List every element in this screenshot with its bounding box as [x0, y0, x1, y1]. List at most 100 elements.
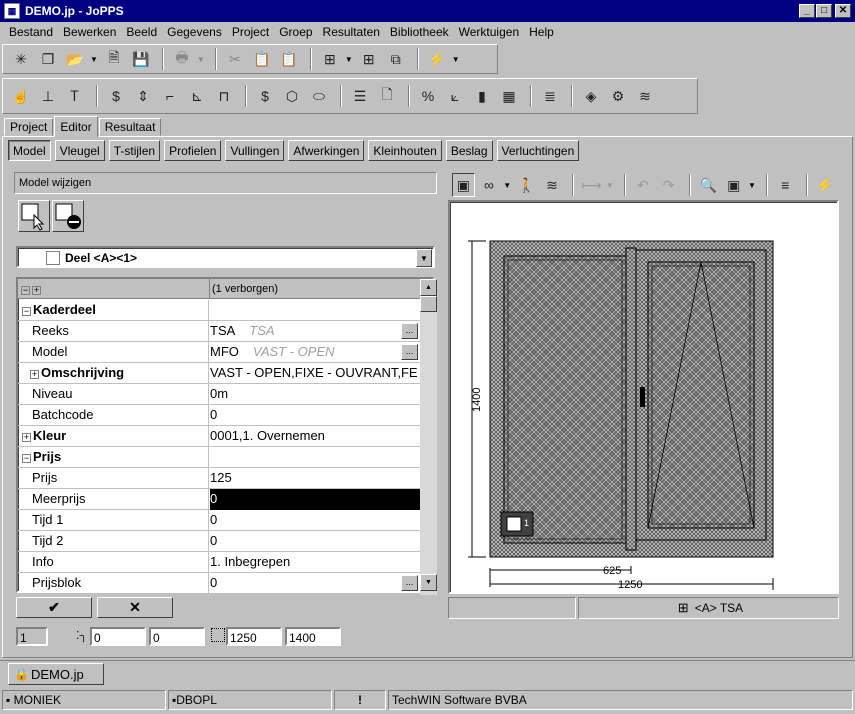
grid-row-value[interactable]: 0 [210, 531, 420, 552]
subtab-model[interactable]: Model [8, 140, 51, 161]
layers-icon[interactable]: ≋ [541, 173, 564, 197]
scroll-down-icon[interactable]: ▼ [420, 574, 437, 591]
view-dropdown-icon[interactable]: ▼ [503, 181, 511, 190]
grid-icon[interactable]: ⊞ [318, 47, 342, 71]
price-profile-icon[interactable]: $ [104, 84, 128, 108]
width-field[interactable]: 1250 [226, 627, 282, 646]
settings-icon[interactable]: ⚙ [606, 84, 630, 108]
paste-icon[interactable]: 📋 [250, 47, 274, 71]
tab-resultaat[interactable]: Resultaat [98, 118, 162, 136]
spring-icon[interactable]: ≋ [633, 84, 657, 108]
print-preview-icon[interactable]: 🗎 [102, 47, 126, 71]
measure-list-icon[interactable]: ≣ [538, 84, 562, 108]
ellipsis-button[interactable]: ... [401, 575, 418, 591]
grid-row-value[interactable] [210, 300, 420, 321]
zoom-dropdown-icon[interactable]: ▼ [748, 181, 756, 190]
level-icon[interactable]: ⊾ [185, 84, 209, 108]
expand-icon[interactable]: + [22, 433, 31, 442]
undo-icon[interactable]: ↶ [632, 173, 655, 197]
grid-row[interactable]: Tijd 2 0 [18, 531, 420, 552]
drawing-canvas[interactable]: 1 1400 625 1250 [448, 200, 839, 594]
x-field[interactable]: 0 [90, 627, 146, 646]
menu-resultaten[interactable]: Resultaten [318, 25, 385, 39]
zoom-frame-icon[interactable]: ▣ [722, 173, 745, 197]
ellipsis-button[interactable]: ... [401, 323, 418, 339]
add-element-icon[interactable]: ⊞ [357, 47, 381, 71]
grid-row-value[interactable] [210, 447, 420, 468]
frame-view-icon[interactable]: ▣ [452, 173, 475, 197]
menu-gegevens[interactable]: Gegevens [162, 25, 227, 39]
bucket-icon[interactable]: ◈ [579, 84, 603, 108]
grid-row-value[interactable]: VAST - OPEN,FIXE - OUVRANT,FE [210, 363, 420, 384]
grid-row[interactable]: Reeks TSA TSA... [18, 321, 420, 342]
subtab-afwerkingen[interactable]: Afwerkingen [288, 140, 365, 161]
scroll-up-icon[interactable]: ▲ [420, 279, 437, 296]
grid-row-value[interactable]: TSA TSA... [210, 321, 420, 342]
subtab-verluchtingen[interactable]: Verluchtingen [496, 140, 580, 161]
collapse-icon[interactable]: − [22, 307, 31, 316]
price-table-icon[interactable]: ▦ [497, 84, 521, 108]
redo-icon[interactable]: ↷ [657, 173, 680, 197]
grid-row-value[interactable]: 0... [210, 573, 420, 594]
subtab-profielen[interactable]: Profielen [164, 140, 222, 161]
export-lightning-icon[interactable]: ⚡ [814, 173, 837, 197]
subtab-kleinhouten[interactable]: Kleinhouten [368, 140, 442, 161]
corner-icon[interactable]: ⌐ [158, 84, 182, 108]
grid-row[interactable]: Niveau 0m [18, 384, 420, 405]
part-select[interactable]: Deel <A><1> ▼ [16, 246, 435, 268]
copy-document-icon[interactable]: ❐ [36, 47, 60, 71]
subtab-vullingen[interactable]: Vullingen [225, 140, 285, 161]
lightning-dropdown-icon[interactable]: ▼ [452, 55, 460, 64]
cut-icon[interactable]: ✂ [223, 47, 247, 71]
tab-project[interactable]: Project [4, 118, 54, 136]
subtab-t-stijlen[interactable]: T-stijlen [108, 140, 161, 161]
grid-row[interactable]: + Kleur 0001,1. Overnemen [18, 426, 420, 447]
status-alert[interactable]: ! [334, 690, 386, 710]
menu-groep[interactable]: Groep [274, 25, 317, 39]
grid-row[interactable]: Meerprijs 0 [18, 489, 420, 510]
menu-help[interactable]: Help [524, 25, 559, 39]
grid-row[interactable]: Batchcode 0 [18, 405, 420, 426]
ellipsis-button[interactable]: ... [401, 344, 418, 360]
menu-bewerken[interactable]: Bewerken [58, 25, 121, 39]
collapse-all-icon[interactable]: − + [21, 284, 43, 296]
subtab-beslag[interactable]: Beslag [445, 140, 493, 161]
index-field[interactable]: 1 [16, 627, 48, 646]
scroll-thumb[interactable] [420, 296, 437, 312]
grid-row-value[interactable]: 0 [210, 405, 420, 426]
menu-beeld[interactable]: Beeld [121, 25, 162, 39]
t-profile-icon[interactable]: Ꭲ [63, 84, 87, 108]
select-model-button[interactable] [18, 200, 50, 232]
grid-row-value[interactable]: 0 [210, 489, 420, 510]
price-bars-icon[interactable]: ▮ [470, 84, 494, 108]
menu-bestand[interactable]: Bestand [4, 25, 58, 39]
grid-row[interactable]: + Omschrijving VAST - OPEN,FIXE - OUVRANT,… [18, 363, 420, 384]
maximize-button[interactable]: □ [816, 4, 832, 18]
subtab-vleugel[interactable]: Vleugel [54, 140, 105, 161]
collapse-icon[interactable]: − [22, 454, 31, 463]
zoom-icon[interactable]: 🔍 [697, 173, 720, 197]
cube-icon[interactable]: ⬡ [280, 84, 304, 108]
grid-row[interactable]: Tijd 1 0 [18, 510, 420, 531]
glasses-icon[interactable]: ∞ [478, 173, 501, 197]
minimize-button[interactable]: _ [799, 4, 815, 18]
grid-dropdown-icon[interactable]: ▼ [345, 55, 353, 64]
profile-stack-icon[interactable]: ⊥ [36, 84, 60, 108]
open-dropdown-icon[interactable]: ▼ [90, 55, 98, 64]
grid-row[interactable]: Info 1. Inbegrepen [18, 552, 420, 573]
lightning-icon[interactable]: ⚡ [425, 47, 449, 71]
person-icon[interactable]: 🚶 [515, 173, 538, 197]
menu-bibliotheek[interactable]: Bibliotheek [385, 25, 454, 39]
open-folder-icon[interactable]: 📂 [63, 47, 87, 71]
height-field[interactable]: 1400 [285, 627, 341, 646]
grid-row-value[interactable]: 0001,1. Overnemen [210, 426, 420, 447]
document-tab[interactable]: 🔒 DEMO.jp [8, 663, 104, 685]
save-icon[interactable]: 💾 [129, 47, 153, 71]
grid-row-value[interactable]: 125 [210, 468, 420, 489]
tab-editor[interactable]: Editor [54, 116, 98, 137]
y-field[interactable]: 0 [149, 627, 205, 646]
dimension-tool-icon[interactable]: ⟼ [580, 173, 603, 197]
print-icon[interactable]: 🖶 [170, 47, 194, 71]
new-file-icon[interactable]: ✳ [9, 47, 33, 71]
remove-model-button[interactable] [52, 200, 84, 232]
